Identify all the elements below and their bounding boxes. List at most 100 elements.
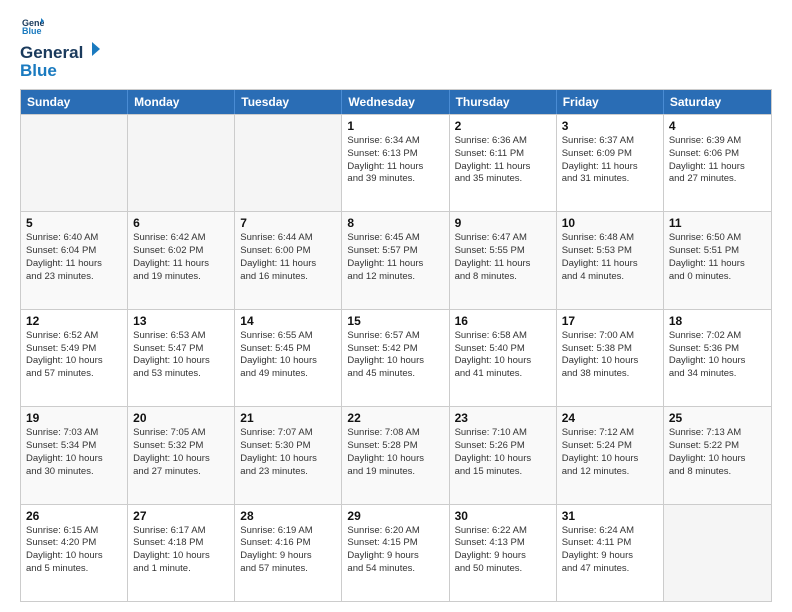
day-info: Sunrise: 7:07 AM Sunset: 5:30 PM Dayligh… [240, 427, 336, 478]
day-info: Sunrise: 6:45 AM Sunset: 5:57 PM Dayligh… [347, 232, 443, 283]
day-info: Sunrise: 6:36 AM Sunset: 6:11 PM Dayligh… [455, 135, 551, 186]
day-number: 27 [133, 509, 229, 523]
logo-general: General [20, 43, 83, 63]
day-info: Sunrise: 7:02 AM Sunset: 5:36 PM Dayligh… [669, 330, 766, 381]
calendar-header: SundayMondayTuesdayWednesdayThursdayFrid… [21, 90, 771, 114]
calendar-body: 1 Sunrise: 6:34 AM Sunset: 6:13 PM Daylig… [21, 114, 771, 601]
calendar-cell-day-6: 6 Sunrise: 6:42 AM Sunset: 6:02 PM Daylig… [128, 212, 235, 308]
calendar-cell-day-20: 20Sunrise: 7:05 AM Sunset: 5:32 PM Dayli… [128, 407, 235, 503]
day-info: Sunrise: 7:12 AM Sunset: 5:24 PM Dayligh… [562, 427, 658, 478]
svg-text:Blue: Blue [22, 26, 42, 36]
page: General Blue General Blue SundayMondayTu… [0, 0, 792, 612]
calendar-cell-day-11: 11 Sunrise: 6:50 AM Sunset: 5:51 PM Dayli… [664, 212, 771, 308]
calendar-cell-day-16: 16 Sunrise: 6:58 AM Sunset: 5:40 PM Dayli… [450, 310, 557, 406]
calendar-cell-day-9: 9Sunrise: 6:47 AM Sunset: 5:55 PM Daylig… [450, 212, 557, 308]
calendar-cell-day-5: 5 Sunrise: 6:40 AM Sunset: 6:04 PM Daylig… [21, 212, 128, 308]
calendar-cell-day-4: 4 Sunrise: 6:39 AM Sunset: 6:06 PM Daylig… [664, 115, 771, 211]
day-info: Sunrise: 6:57 AM Sunset: 5:42 PM Dayligh… [347, 330, 443, 381]
day-info: Sunrise: 6:24 AM Sunset: 4:11 PM Dayligh… [562, 525, 658, 576]
calendar-row-0: 1 Sunrise: 6:34 AM Sunset: 6:13 PM Daylig… [21, 114, 771, 211]
calendar-cell-day-12: 12Sunrise: 6:52 AM Sunset: 5:49 PM Dayli… [21, 310, 128, 406]
day-info: Sunrise: 6:40 AM Sunset: 6:04 PM Dayligh… [26, 232, 122, 283]
calendar-cell-empty-0-0 [21, 115, 128, 211]
day-number: 12 [26, 314, 122, 328]
day-info: Sunrise: 7:08 AM Sunset: 5:28 PM Dayligh… [347, 427, 443, 478]
calendar-cell-day-14: 14Sunrise: 6:55 AM Sunset: 5:45 PM Dayli… [235, 310, 342, 406]
day-number: 6 [133, 216, 229, 230]
day-info: Sunrise: 6:19 AM Sunset: 4:16 PM Dayligh… [240, 525, 336, 576]
day-number: 18 [669, 314, 766, 328]
day-info: Sunrise: 6:44 AM Sunset: 6:00 PM Dayligh… [240, 232, 336, 283]
day-number: 22 [347, 411, 443, 425]
day-info: Sunrise: 6:22 AM Sunset: 4:13 PM Dayligh… [455, 525, 551, 576]
day-number: 24 [562, 411, 658, 425]
calendar-row-1: 5 Sunrise: 6:40 AM Sunset: 6:04 PM Daylig… [21, 211, 771, 308]
day-number: 21 [240, 411, 336, 425]
calendar-cell-day-21: 21 Sunrise: 7:07 AM Sunset: 5:30 PM Dayli… [235, 407, 342, 503]
calendar-row-2: 12Sunrise: 6:52 AM Sunset: 5:49 PM Dayli… [21, 309, 771, 406]
header-day-tuesday: Tuesday [235, 90, 342, 114]
logo-icon: General Blue [22, 16, 44, 38]
day-info: Sunrise: 7:00 AM Sunset: 5:38 PM Dayligh… [562, 330, 658, 381]
header-day-friday: Friday [557, 90, 664, 114]
day-number: 3 [562, 119, 658, 133]
day-info: Sunrise: 6:42 AM Sunset: 6:02 PM Dayligh… [133, 232, 229, 283]
day-number: 7 [240, 216, 336, 230]
day-info: Sunrise: 6:37 AM Sunset: 6:09 PM Dayligh… [562, 135, 658, 186]
day-number: 5 [26, 216, 122, 230]
day-number: 2 [455, 119, 551, 133]
calendar-cell-day-28: 28 Sunrise: 6:19 AM Sunset: 4:16 PM Dayli… [235, 505, 342, 601]
day-info: Sunrise: 7:03 AM Sunset: 5:34 PM Dayligh… [26, 427, 122, 478]
calendar-cell-day-3: 3 Sunrise: 6:37 AM Sunset: 6:09 PM Daylig… [557, 115, 664, 211]
calendar-cell-day-15: 15 Sunrise: 6:57 AM Sunset: 5:42 PM Dayli… [342, 310, 449, 406]
calendar-row-4: 26Sunrise: 6:15 AM Sunset: 4:20 PM Dayli… [21, 504, 771, 601]
day-number: 20 [133, 411, 229, 425]
header-day-monday: Monday [128, 90, 235, 114]
day-number: 11 [669, 216, 766, 230]
day-number: 29 [347, 509, 443, 523]
day-info: Sunrise: 6:50 AM Sunset: 5:51 PM Dayligh… [669, 232, 766, 283]
calendar-cell-day-26: 26Sunrise: 6:15 AM Sunset: 4:20 PM Dayli… [21, 505, 128, 601]
day-info: Sunrise: 6:58 AM Sunset: 5:40 PM Dayligh… [455, 330, 551, 381]
day-info: Sunrise: 6:48 AM Sunset: 5:53 PM Dayligh… [562, 232, 658, 283]
day-number: 13 [133, 314, 229, 328]
day-info: Sunrise: 6:39 AM Sunset: 6:06 PM Dayligh… [669, 135, 766, 186]
day-info: Sunrise: 6:15 AM Sunset: 4:20 PM Dayligh… [26, 525, 122, 576]
day-number: 28 [240, 509, 336, 523]
calendar-cell-day-25: 25Sunrise: 7:13 AM Sunset: 5:22 PM Dayli… [664, 407, 771, 503]
day-number: 1 [347, 119, 443, 133]
day-number: 15 [347, 314, 443, 328]
day-number: 8 [347, 216, 443, 230]
calendar: SundayMondayTuesdayWednesdayThursdayFrid… [20, 89, 772, 602]
calendar-cell-day-30: 30 Sunrise: 6:22 AM Sunset: 4:13 PM Dayli… [450, 505, 557, 601]
day-number: 19 [26, 411, 122, 425]
header-day-sunday: Sunday [21, 90, 128, 114]
header-day-saturday: Saturday [664, 90, 771, 114]
header-day-thursday: Thursday [450, 90, 557, 114]
day-number: 9 [455, 216, 551, 230]
day-info: Sunrise: 6:20 AM Sunset: 4:15 PM Dayligh… [347, 525, 443, 576]
day-info: Sunrise: 7:10 AM Sunset: 5:26 PM Dayligh… [455, 427, 551, 478]
calendar-cell-empty-0-2 [235, 115, 342, 211]
day-number: 4 [669, 119, 766, 133]
calendar-cell-day-19: 19 Sunrise: 7:03 AM Sunset: 5:34 PM Dayli… [21, 407, 128, 503]
day-info: Sunrise: 6:34 AM Sunset: 6:13 PM Dayligh… [347, 135, 443, 186]
day-number: 16 [455, 314, 551, 328]
day-number: 17 [562, 314, 658, 328]
logo-blue: Blue [20, 61, 102, 81]
calendar-cell-day-17: 17 Sunrise: 7:00 AM Sunset: 5:38 PM Dayli… [557, 310, 664, 406]
header-day-wednesday: Wednesday [342, 90, 449, 114]
calendar-cell-day-24: 24 Sunrise: 7:12 AM Sunset: 5:24 PM Dayli… [557, 407, 664, 503]
calendar-cell-day-22: 22 Sunrise: 7:08 AM Sunset: 5:28 PM Dayli… [342, 407, 449, 503]
day-info: Sunrise: 6:55 AM Sunset: 5:45 PM Dayligh… [240, 330, 336, 381]
day-number: 30 [455, 509, 551, 523]
day-info: Sunrise: 6:17 AM Sunset: 4:18 PM Dayligh… [133, 525, 229, 576]
calendar-cell-day-7: 7 Sunrise: 6:44 AM Sunset: 6:00 PM Daylig… [235, 212, 342, 308]
calendar-cell-day-1: 1 Sunrise: 6:34 AM Sunset: 6:13 PM Daylig… [342, 115, 449, 211]
calendar-cell-day-29: 29 Sunrise: 6:20 AM Sunset: 4:15 PM Dayli… [342, 505, 449, 601]
header: General Blue General Blue [20, 16, 772, 81]
calendar-cell-day-31: 31Sunrise: 6:24 AM Sunset: 4:11 PM Dayli… [557, 505, 664, 601]
logo: General Blue General Blue [20, 16, 102, 81]
day-info: Sunrise: 7:13 AM Sunset: 5:22 PM Dayligh… [669, 427, 766, 478]
day-number: 23 [455, 411, 551, 425]
